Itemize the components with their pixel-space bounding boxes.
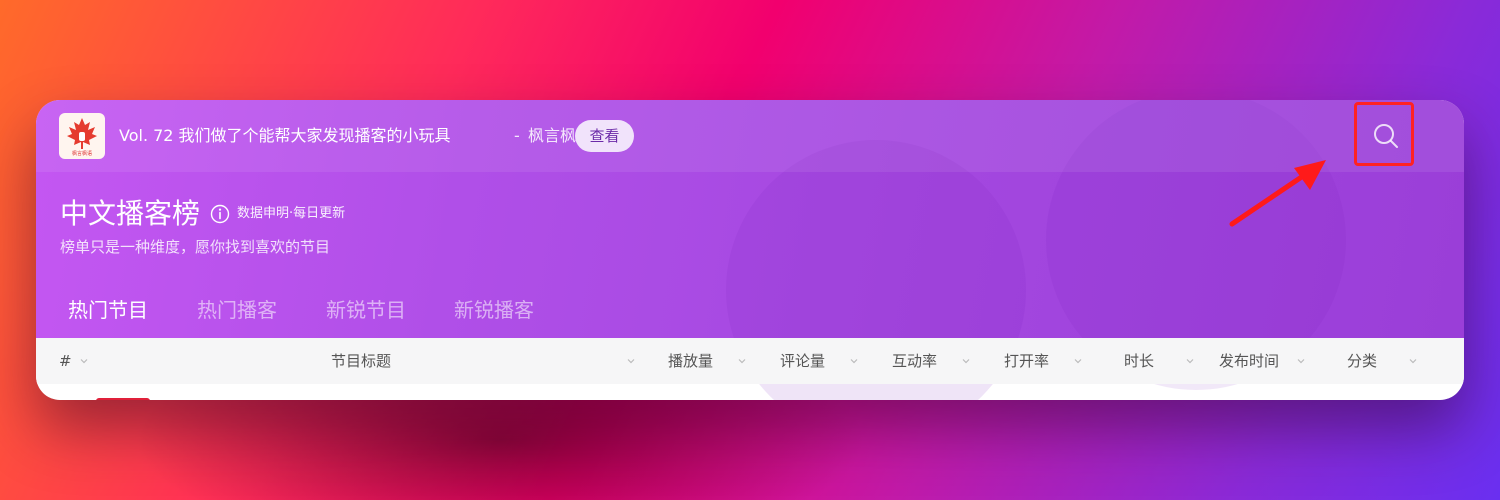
- column-plays[interactable]: 播放量: [668, 338, 713, 384]
- chevron-down-icon[interactable]: [737, 356, 747, 366]
- table-header: # 节目标题 播放量 评论量 互动率 打开率 时长 发布时间 分类: [36, 338, 1464, 384]
- column-episode-title[interactable]: 节目标题: [331, 338, 391, 384]
- chevron-down-icon[interactable]: [79, 356, 89, 366]
- column-open-rate[interactable]: 打开率: [1004, 338, 1049, 384]
- logo-caption: 枫言枫语: [71, 151, 92, 157]
- search-icon: [1374, 124, 1398, 148]
- podcast-chart-card: 枫言枫语 Vol. 72 我们做了个能帮大家发现播客的小玩具 - 枫言枫语 查看…: [36, 100, 1464, 400]
- chevron-down-icon[interactable]: [849, 356, 859, 366]
- column-engagement[interactable]: 互动率: [892, 338, 937, 384]
- announcement-title[interactable]: Vol. 72 我们做了个能帮大家发现播客的小玩具: [119, 124, 451, 148]
- column-publish-time[interactable]: 发布时间: [1219, 338, 1279, 384]
- first-row-rank-badge: [96, 398, 150, 400]
- chevron-down-icon[interactable]: [961, 356, 971, 366]
- view-button[interactable]: 查看: [575, 120, 634, 152]
- announcement-bar: 枫言枫语 Vol. 72 我们做了个能帮大家发现播客的小玩具 - 枫言枫语 查看: [36, 100, 1464, 172]
- chevron-down-icon[interactable]: [1073, 356, 1083, 366]
- chart-tabs: 热门节目 热门播客 新锐节目 新锐播客: [36, 282, 1464, 338]
- chevron-down-icon[interactable]: [1296, 356, 1306, 366]
- page-title: 中文播客榜: [60, 197, 201, 230]
- tab-new-podcasts[interactable]: 新锐播客: [454, 294, 534, 326]
- tab-hot-podcasts[interactable]: 热门播客: [197, 294, 277, 326]
- chevron-down-icon[interactable]: [1185, 356, 1195, 366]
- chevron-down-icon[interactable]: [626, 356, 636, 366]
- search-button[interactable]: [1354, 102, 1414, 166]
- tab-hot-episodes[interactable]: 热门节目: [68, 294, 148, 326]
- column-category[interactable]: 分类: [1347, 338, 1377, 384]
- data-statement-link[interactable]: 数据申明·每日更新: [237, 204, 345, 224]
- maple-leaf-logo[interactable]: 枫言枫语: [59, 113, 105, 159]
- page-subtitle: 榜单只是一种维度，愿你找到喜欢的节目: [60, 238, 331, 256]
- chevron-down-icon[interactable]: [1408, 356, 1418, 366]
- column-rank[interactable]: #: [59, 338, 72, 384]
- announcement-separator: -: [514, 126, 520, 145]
- column-duration[interactable]: 时长: [1124, 338, 1154, 384]
- tab-new-episodes[interactable]: 新锐节目: [326, 294, 406, 326]
- column-comments[interactable]: 评论量: [780, 338, 825, 384]
- info-icon[interactable]: [210, 204, 230, 224]
